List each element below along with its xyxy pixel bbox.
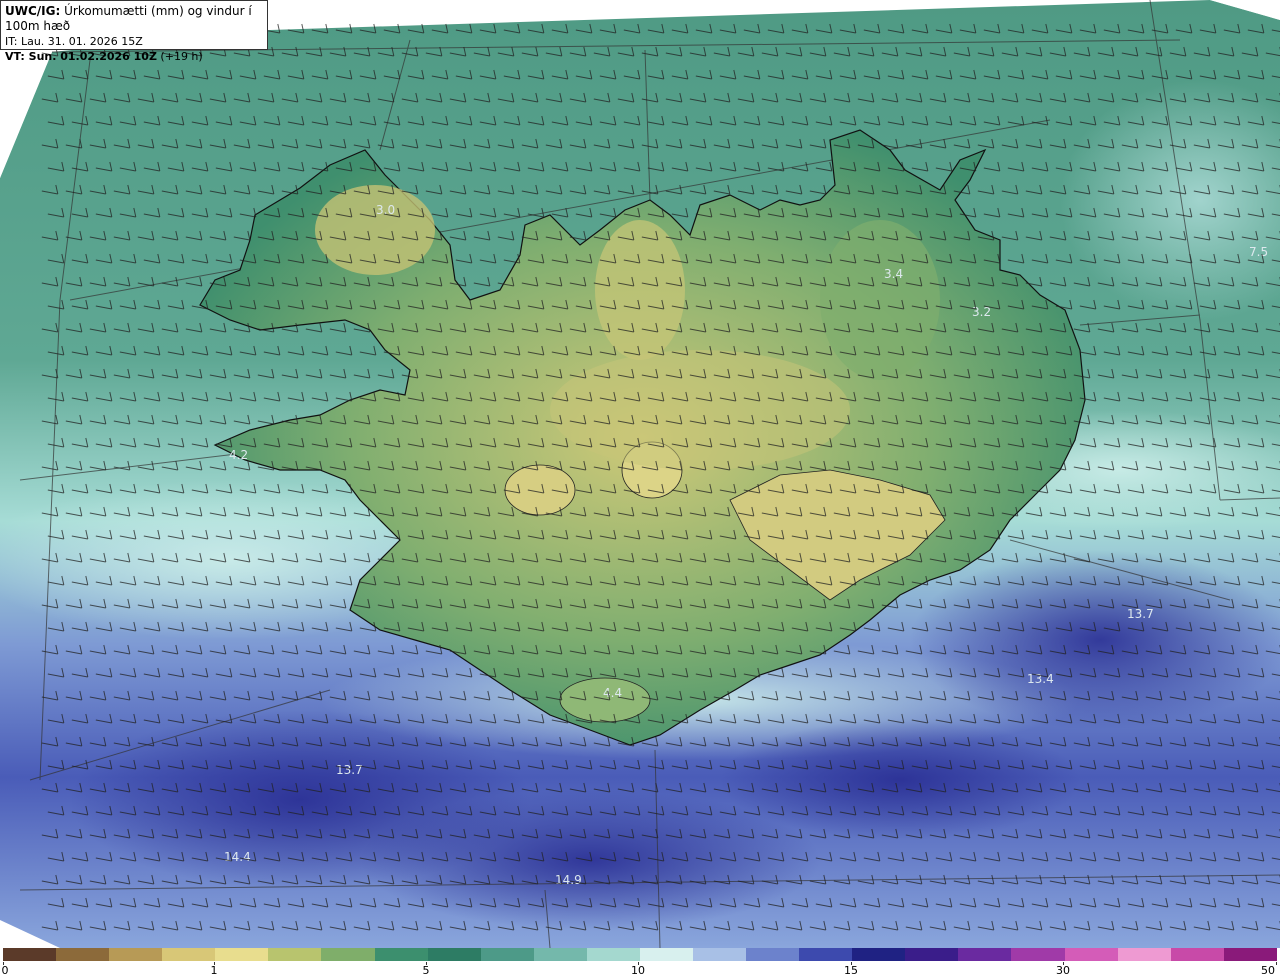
- value-label: 13.4: [1027, 672, 1054, 686]
- header-valid-time: VT: Sun. 01.02.2026 10Z (+19 h): [5, 50, 203, 63]
- colorbar-segment: [746, 948, 800, 961]
- map-canvas: 3.0 3.4 3.2 7.5 4.2 13.7 13.4 4.4 13.7 1…: [0, 0, 1280, 948]
- colorbar-tick-label: 1: [210, 964, 218, 977]
- colorbar-segment: [56, 948, 110, 961]
- colorbar-segment: [162, 948, 216, 961]
- north-high-1: [595, 220, 685, 360]
- precip-core-sse: [720, 720, 1080, 840]
- colorbar: 0 1 5 10 15 30 50: [0, 948, 1280, 978]
- langjokull: [504, 464, 576, 516]
- header-title: UWC/IG: Úrkomumætti (mm) og vindur í 100…: [5, 4, 252, 33]
- colorbar-segment: [1170, 948, 1224, 961]
- colorbar-scale: [3, 948, 1277, 961]
- value-label: 13.7: [1127, 607, 1154, 621]
- value-label: 3.4: [884, 267, 903, 281]
- colorbar-tick-label: 5: [422, 964, 430, 977]
- colorbar-segment: [586, 948, 640, 961]
- value-label: 14.9: [555, 873, 582, 887]
- colorbar-segment: [639, 948, 694, 961]
- forecast-map[interactable]: 3.0 3.4 3.2 7.5 4.2 13.7 13.4 4.4 13.7 1…: [0, 0, 1280, 948]
- value-label: 7.5: [1249, 245, 1268, 259]
- colorbar-segment: [533, 948, 587, 961]
- value-label: 4.2: [229, 448, 248, 462]
- colorbar-segment: [268, 948, 322, 961]
- colorbar-segment: [1117, 948, 1171, 961]
- colorbar-segment: [3, 948, 57, 961]
- central-high: [550, 350, 850, 470]
- colorbar-segment: [693, 948, 747, 961]
- colorbar-tick-label: 30: [1056, 964, 1070, 977]
- colorbar-segment: [799, 948, 853, 961]
- myrdalsjokull: [559, 677, 651, 723]
- precip-core-se: [910, 550, 1280, 730]
- colorbar-tick-label: 50: [1261, 964, 1275, 977]
- colorbar-segment: [958, 948, 1012, 961]
- colorbar-segment: [109, 948, 163, 961]
- colorbar-segment: [215, 948, 269, 961]
- value-label: 3.0: [376, 203, 395, 217]
- colorbar-segment: [321, 948, 375, 961]
- value-label: 13.7: [336, 763, 363, 777]
- value-label: 4.4: [603, 686, 622, 700]
- colorbar-segment: [852, 948, 906, 961]
- colorbar-segment: [427, 948, 481, 961]
- value-label: 14.4: [224, 850, 251, 864]
- map-header: UWC/IG: Úrkomumætti (mm) og vindur í 100…: [0, 0, 268, 63]
- colorbar-segment: [1223, 948, 1277, 961]
- colorbar-segment: [905, 948, 959, 961]
- colorbar-tick-label: 10: [631, 964, 645, 977]
- colorbar-segment: [374, 948, 428, 961]
- colorbar-tick-label: 15: [844, 964, 858, 977]
- colorbar-segment: [1011, 948, 1065, 961]
- colorbar-tick: [1276, 962, 1277, 965]
- colorbar-segment: [1064, 948, 1118, 961]
- colorbar-segment: [480, 948, 534, 961]
- colorbar-tick-label: 0: [1, 964, 9, 977]
- north-high-2: [820, 220, 940, 380]
- header-init-time: IT: Lau. 31. 01. 2026 15Z: [5, 35, 143, 48]
